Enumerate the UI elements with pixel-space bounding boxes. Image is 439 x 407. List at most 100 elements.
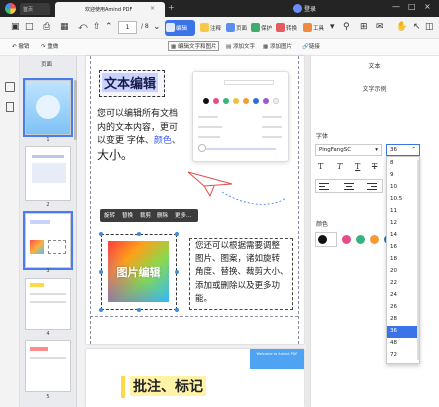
resize-handle[interactable] xyxy=(175,308,179,312)
login-button[interactable]: 登录 xyxy=(304,4,316,13)
font-size-option[interactable]: 48 xyxy=(387,338,419,350)
font-size-option[interactable]: 18 xyxy=(387,254,419,266)
protect-button[interactable]: 保护 xyxy=(250,20,274,36)
resize-handle[interactable] xyxy=(99,308,103,312)
font-size-option[interactable]: 36 xyxy=(387,326,419,338)
close-tab-icon[interactable]: × xyxy=(150,5,155,12)
hand-icon[interactable]: ✋ xyxy=(396,21,407,33)
bookmark-icon[interactable] xyxy=(6,102,14,112)
italic-icon[interactable]: T xyxy=(337,162,342,171)
convert-button[interactable]: 转换 xyxy=(275,20,299,36)
editable-paragraph[interactable]: 您还可以根据需要调整 图片、图案，诸如旋转 角度、替换、裁剪大小、 添加或删除以… xyxy=(195,240,291,306)
edit-mode-button[interactable]: 编辑 xyxy=(165,20,195,36)
color-swatch-black[interactable] xyxy=(318,235,327,244)
strikethrough-icon[interactable]: T xyxy=(372,162,377,171)
chat-icon[interactable]: ✉ xyxy=(376,21,384,33)
comment-label: 注释 xyxy=(210,26,222,32)
tab-document[interactable]: 欢迎使用Amind PDF xyxy=(55,2,165,17)
file-icon[interactable]: □ xyxy=(25,21,34,33)
first-page-icon[interactable]: ⇧ xyxy=(93,21,101,33)
crop-button[interactable]: 裁剪 xyxy=(140,211,151,219)
paragraph-line: 添加或删除以及更多功 xyxy=(195,280,281,291)
font-size-option[interactable]: 16 xyxy=(387,242,419,254)
font-family-select[interactable]: PingFangSC ▾ xyxy=(315,144,382,156)
tools-button[interactable]: 工具 xyxy=(302,20,326,36)
font-size-select[interactable]: 36 ⌃ xyxy=(386,144,420,156)
page-thumbnail[interactable] xyxy=(25,146,71,201)
thumbnail-panel-icon[interactable] xyxy=(5,82,15,92)
color-swatch-green[interactable] xyxy=(356,235,365,244)
close-window-button[interactable]: × xyxy=(424,2,431,11)
resize-handle[interactable] xyxy=(137,232,141,236)
more-button[interactable]: 更多... xyxy=(175,211,191,219)
font-sample: 文字示例 xyxy=(362,86,387,93)
font-size-option[interactable]: 14 xyxy=(387,230,419,242)
share-icon[interactable]: ⤺ xyxy=(78,21,88,33)
tab-home[interactable]: 首页 xyxy=(20,3,50,15)
font-size-option[interactable]: 72 xyxy=(387,350,419,362)
font-size-option[interactable]: 28 xyxy=(387,314,419,326)
save-icon[interactable]: ▣ xyxy=(11,21,20,33)
undo-label: 撤销 xyxy=(18,44,30,50)
editable-paragraph[interactable]: 您可以编辑所有文档 内的文本内容，更可 以变更 字体、颜色、 大小。 xyxy=(97,108,187,162)
link-button[interactable]: 🔗链接 xyxy=(302,42,320,50)
maximize-button[interactable]: □ xyxy=(408,2,416,11)
bold-icon[interactable]: T xyxy=(318,162,323,171)
page-button[interactable]: 页面 xyxy=(225,20,249,36)
annotation-heading[interactable]: 批注、标记 xyxy=(130,376,206,396)
replace-button[interactable]: 替换 xyxy=(122,211,133,219)
print-alt-icon[interactable]: ▦ xyxy=(60,21,69,33)
prev-page-icon[interactable]: ⌃ xyxy=(105,21,113,33)
page-thumbnail[interactable] xyxy=(25,340,71,392)
underline-icon[interactable]: T xyxy=(355,162,360,171)
undo-button[interactable]: ↶ 撤销 xyxy=(12,42,29,50)
resize-handle[interactable] xyxy=(137,308,141,312)
resize-handle[interactable] xyxy=(99,270,103,274)
panel-icon[interactable]: ◫ xyxy=(425,21,434,33)
page-thumbnail[interactable] xyxy=(23,211,73,270)
resize-handle[interactable] xyxy=(175,232,179,236)
dropdown-icon[interactable]: ▾ xyxy=(330,21,335,33)
delete-button[interactable]: 删除 xyxy=(157,211,168,219)
font-size-option[interactable]: 22 xyxy=(387,278,419,290)
align-center-icon[interactable] xyxy=(344,181,358,191)
select-icon[interactable]: ↖ xyxy=(413,21,421,33)
minimize-button[interactable]: — xyxy=(392,2,400,11)
color-swatch-orange[interactable] xyxy=(370,235,379,244)
image-caption: 图片编辑 xyxy=(116,266,161,279)
page-thumbnail[interactable] xyxy=(23,78,73,137)
page-heading[interactable]: 文本编辑 xyxy=(102,73,159,92)
font-size-option[interactable]: 24 xyxy=(387,290,419,302)
font-size-option[interactable]: 12 xyxy=(387,218,419,230)
color-swatch-pink[interactable] xyxy=(342,235,351,244)
resize-handle[interactable] xyxy=(99,232,103,236)
font-size-option[interactable]: 11 xyxy=(387,206,419,218)
edit-text-image-button[interactable]: ▦ 编辑文字和图片 xyxy=(168,41,220,51)
page-thumbnail[interactable] xyxy=(25,278,71,330)
print-icon[interactable]: ⎙ xyxy=(43,21,50,33)
crop-icon[interactable]: ⊞ xyxy=(360,21,368,33)
font-size-option[interactable]: 10.5 xyxy=(387,194,419,206)
search-icon[interactable]: ⚲ xyxy=(343,21,350,33)
rotate-button[interactable]: 旋转 xyxy=(104,211,115,219)
add-image-button[interactable]: ▦ 添加图片 xyxy=(263,42,292,50)
avatar[interactable] xyxy=(293,4,302,13)
redo-button[interactable]: ↷ 重做 xyxy=(41,42,58,50)
margin-guide xyxy=(90,316,298,317)
font-size-option[interactable]: 8 xyxy=(387,158,419,170)
paper-plane-illustration xyxy=(187,171,287,205)
thumbnail-number: 4 xyxy=(46,331,50,337)
page-number-input[interactable]: 1 xyxy=(118,21,137,34)
add-tab-button[interactable]: + xyxy=(168,3,175,12)
font-size-option[interactable]: 20 xyxy=(387,266,419,278)
align-left-icon[interactable] xyxy=(319,181,333,191)
font-size-option[interactable]: 26 xyxy=(387,302,419,314)
align-right-icon[interactable] xyxy=(367,181,381,191)
font-size-option[interactable]: 9 xyxy=(387,170,419,182)
font-size-option[interactable]: 10 xyxy=(387,182,419,194)
resize-handle[interactable] xyxy=(175,270,179,274)
next-page-icon[interactable]: ⌄ xyxy=(153,21,161,33)
comment-button[interactable]: 注释 xyxy=(199,20,223,36)
add-text-button[interactable]: ▤ 添加文字 xyxy=(226,42,255,50)
dropdown-scrollbar[interactable] xyxy=(417,160,419,360)
